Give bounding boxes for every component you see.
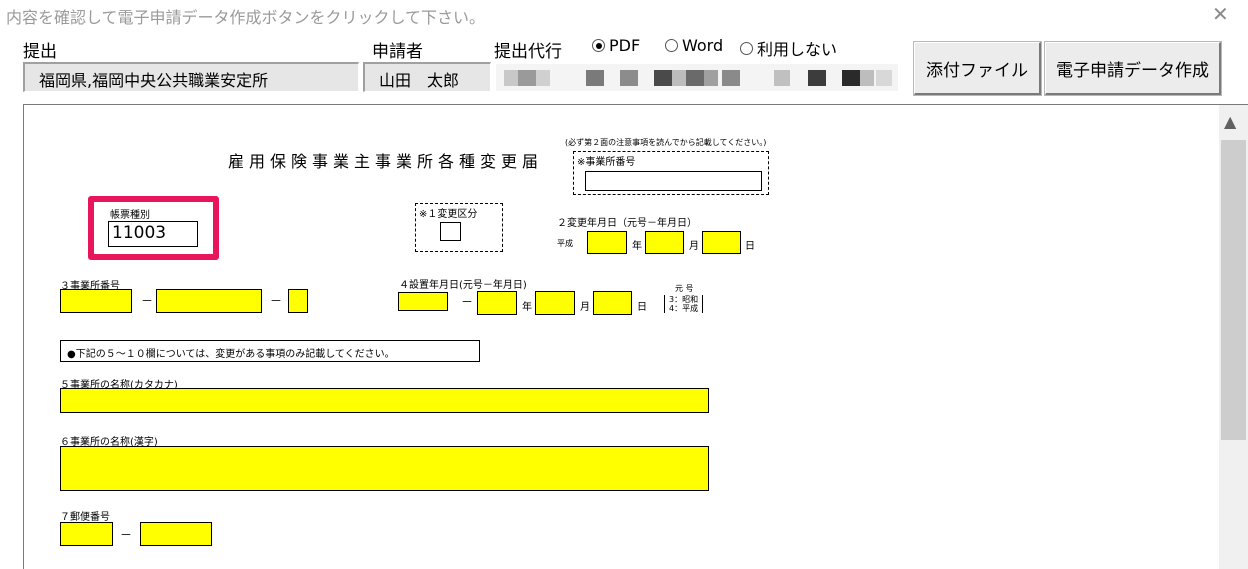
era-heisei-label: 平成 <box>557 239 573 248</box>
change-month-input[interactable] <box>645 231 684 254</box>
office-number-top-input[interactable] <box>585 171 762 191</box>
setup-era-input[interactable] <box>398 292 448 311</box>
change-date-label: ２変更年月日（元号－年月日） <box>557 218 697 229</box>
month-label: 月 <box>580 302 590 313</box>
day-label: 日 <box>637 302 647 313</box>
window-title: 内容を確認して電子申請データ作成ボタンをクリックして下さい。 <box>6 8 486 27</box>
month-label: 月 <box>689 241 699 252</box>
radio-word-label: Word <box>682 36 724 55</box>
change-class-label: ※１変更区分 <box>419 209 478 220</box>
radio-none[interactable]: 利用しない <box>740 36 837 60</box>
dash: － <box>461 295 474 309</box>
setup-year-input[interactable] <box>477 291 517 315</box>
setup-day-input[interactable] <box>593 291 632 315</box>
form-type-label: 帳票種別 <box>110 210 150 221</box>
dash: － <box>120 528 133 542</box>
agent-label: 提出代行 <box>494 42 562 62</box>
scroll-thumb[interactable] <box>1221 140 1246 440</box>
era-options: 3：昭和 4：平成 <box>664 295 704 313</box>
radio-selected-icon <box>592 39 605 52</box>
applicant-field: 山田 太郎 <box>363 62 491 92</box>
change-day-input[interactable] <box>702 231 741 254</box>
office-number-top-label: ※事業所番号 <box>577 157 636 168</box>
radio-none-label: 利用しない <box>757 40 838 59</box>
form-title: 雇用保険事業主事業所各種変更届 <box>228 152 544 171</box>
office-number-part2[interactable] <box>156 289 262 313</box>
agent-field-redacted <box>496 64 898 91</box>
close-icon[interactable]: ✕ <box>1212 2 1229 26</box>
radio-pdf-label: PDF <box>609 36 641 55</box>
dash: － <box>141 294 154 308</box>
postal-label: ７郵便番号 <box>60 512 110 523</box>
radio-unselected-icon <box>665 39 678 52</box>
era-header: 元 号 <box>675 284 694 293</box>
note-top: (必ず第２面の注意事項を読んでから記載してください。) <box>565 138 767 147</box>
radio-pdf[interactable]: PDF <box>592 36 640 55</box>
applicant-label: 申請者 <box>372 42 423 62</box>
change-year-input[interactable] <box>587 231 627 254</box>
name-kanji-input[interactable] <box>60 446 709 491</box>
attach-file-button[interactable]: 添付ファイル <box>913 41 1042 96</box>
year-label: 年 <box>632 241 642 252</box>
dash: － <box>270 294 283 308</box>
submit-field: 福岡県,福岡中央公共職業安定所 <box>23 62 359 92</box>
submit-label: 提出 <box>23 42 57 62</box>
create-e-application-button[interactable]: 電子申請データ作成 <box>1044 41 1222 96</box>
radio-unselected-icon <box>740 41 753 55</box>
office-number-part1[interactable] <box>60 289 132 313</box>
postal-part2[interactable] <box>140 522 212 546</box>
form-type-input[interactable]: 11003 <box>108 221 198 247</box>
day-label: 日 <box>745 241 755 252</box>
change-class-input[interactable] <box>440 222 461 241</box>
name-kana-input[interactable] <box>60 388 709 413</box>
year-label: 年 <box>522 302 532 313</box>
setup-month-input[interactable] <box>535 291 575 315</box>
setup-date-label: ４設置年月日(元号－年月日) <box>399 280 527 291</box>
radio-word[interactable]: Word <box>665 36 723 55</box>
postal-part1[interactable] <box>60 522 113 546</box>
notice-text: ●下記の５～１０欄については、変更がある事項のみ記載してください。 <box>67 349 395 360</box>
office-number-part3[interactable] <box>288 289 308 313</box>
scroll-up-icon[interactable]: ▲ <box>1224 112 1236 131</box>
